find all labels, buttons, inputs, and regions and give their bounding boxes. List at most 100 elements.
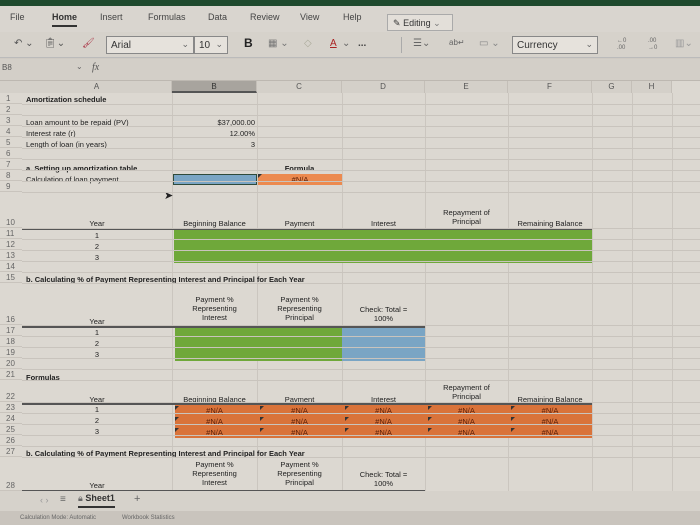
row-header-20[interactable]: 20	[0, 358, 22, 369]
all-sheets-menu-icon[interactable]: ≡	[60, 494, 66, 505]
t3-repayment-header-line2[interactable]: Principal	[425, 392, 508, 401]
selected-cell-b8[interactable]	[173, 174, 257, 185]
editing-mode-button[interactable]: ✎ Editing ⌄	[387, 14, 453, 31]
tab-review[interactable]: Review	[250, 12, 280, 22]
t3-formula-cell[interactable]: #N/A	[342, 406, 425, 415]
align-icon[interactable]: ☰⌄	[413, 38, 430, 49]
tab-view[interactable]: View	[300, 12, 319, 22]
t3-formula-cell[interactable]: #N/A	[257, 406, 342, 415]
t2-pct-principal-header[interactable]: Payment % Representing Principal	[257, 295, 342, 322]
fill-color-icon[interactable]: ◇	[304, 38, 312, 49]
tab-home[interactable]: Home	[52, 12, 78, 27]
font-name-select[interactable]: Arial ⌄	[106, 36, 194, 54]
row-header-2[interactable]: 2	[0, 104, 22, 115]
row-header-23[interactable]: 23	[0, 402, 22, 413]
t1-year-header[interactable]: Year	[22, 219, 172, 228]
t3-formula-cell[interactable]: #N/A	[508, 406, 592, 415]
t4-pct-interest-header[interactable]: Payment % Representing Interest	[172, 460, 257, 487]
row-header-14[interactable]: 14	[0, 261, 22, 272]
column-header-e[interactable]: E	[425, 81, 508, 93]
sheet-tab-sheet1[interactable]: 🔒︎ Sheet1	[78, 493, 115, 508]
number-format-select[interactable]: Currency ⌄	[512, 36, 598, 54]
row-header-9[interactable]: 9	[0, 181, 22, 192]
t3-formula-cell[interactable]: #N/A	[342, 428, 425, 437]
t3-formula-cell[interactable]: #N/A	[257, 417, 342, 426]
row-header-24[interactable]: 24	[0, 413, 22, 424]
tab-data[interactable]: Data	[208, 12, 227, 22]
increase-decimal-button[interactable]: ←0 .00	[617, 38, 631, 52]
row-header-21[interactable]: 21	[0, 369, 22, 380]
t3-formula-cell[interactable]: #N/A	[172, 428, 257, 437]
row-header-3[interactable]: 3	[0, 115, 22, 126]
t3-formula-cell[interactable]: #N/A	[425, 406, 508, 415]
more-options-button[interactable]: ...	[358, 38, 366, 49]
bold-button[interactable]: B	[244, 36, 253, 50]
decrease-decimal-button[interactable]: .00 →0	[648, 38, 662, 52]
t3-formula-cell[interactable]: #N/A	[508, 428, 592, 437]
row-header-19[interactable]: 19	[0, 347, 22, 358]
column-header-g[interactable]: G	[592, 81, 632, 93]
t2-check-input-range[interactable]	[342, 328, 425, 361]
row-header-1[interactable]: 1	[0, 93, 22, 104]
spreadsheet-grid[interactable]: A B C D E F G H Amortization schedule Lo…	[0, 81, 700, 491]
t3-formula-cell[interactable]: #N/A	[172, 417, 257, 426]
borders-icon[interactable]: ▦ ⌄	[268, 38, 289, 49]
workbook-statistics-button[interactable]: Workbook Statistics	[122, 515, 175, 521]
t3-formula-cell[interactable]: #N/A	[508, 417, 592, 426]
select-all-corner[interactable]	[0, 81, 22, 93]
t3-repayment-header-line1[interactable]: Repayment of	[425, 383, 508, 392]
row-header-26[interactable]: 26	[0, 435, 22, 446]
undo-icon[interactable]: ↶ ⌄	[14, 38, 34, 49]
scroll-tabs-left-icon[interactable]: ‹ ›	[40, 495, 49, 505]
row-header-18[interactable]: 18	[0, 336, 22, 347]
merge-cells-icon[interactable]: ▭ ⌄	[479, 38, 500, 49]
t1-input-range[interactable]	[174, 230, 592, 263]
row-header-16[interactable]: 16	[0, 283, 22, 325]
row-header-17[interactable]: 17	[0, 325, 22, 336]
format-painter-icon[interactable]: 🖌︎	[82, 38, 95, 49]
formula-header[interactable]: Formula	[257, 164, 342, 173]
t4-check-header[interactable]: Check: Total = 100%	[342, 470, 425, 488]
font-size-select[interactable]: 10 ⌄	[194, 36, 228, 54]
row-header-4[interactable]: 4	[0, 126, 22, 137]
row-header-28[interactable]: 28	[0, 457, 22, 491]
conditional-format-icon[interactable]: ▥⌄	[675, 38, 693, 49]
clipboard-icon[interactable]: 📋︎⌄	[44, 38, 65, 49]
row-header-25[interactable]: 25	[0, 424, 22, 435]
name-box[interactable]: B8	[2, 63, 12, 72]
chevron-down-icon[interactable]: ⌄	[342, 38, 350, 49]
calc-payment-label[interactable]: Calculation of loan payment	[26, 175, 119, 184]
row-header-11[interactable]: 11	[0, 228, 22, 239]
row-header-8[interactable]: 8	[0, 170, 22, 181]
row-header-10[interactable]: 10	[0, 192, 22, 228]
t1-repayment-header-line2[interactable]: Principal	[425, 217, 508, 226]
tab-help[interactable]: Help	[343, 12, 362, 22]
t3-formula-cell[interactable]: #N/A	[425, 417, 508, 426]
row-header-22[interactable]: 22	[0, 380, 22, 402]
column-header-f[interactable]: F	[508, 81, 592, 93]
add-sheet-button[interactable]: +	[134, 493, 140, 505]
t3-formula-cell[interactable]: #N/A	[172, 406, 257, 415]
row-header-15[interactable]: 15	[0, 272, 22, 283]
row-header-5[interactable]: 5	[0, 137, 22, 148]
column-header-b[interactable]: B	[172, 81, 257, 93]
tab-formulas[interactable]: Formulas	[148, 12, 186, 22]
tab-file[interactable]: File	[10, 12, 25, 22]
t1-beginning-balance-header[interactable]: Beginning Balance	[172, 219, 257, 228]
column-header-a[interactable]: A	[22, 81, 172, 93]
t4-year-header[interactable]: Year	[22, 481, 172, 490]
row-header-7[interactable]: 7	[0, 159, 22, 170]
t4-pct-principal-header[interactable]: Payment % Representing Principal	[257, 460, 342, 487]
tab-insert[interactable]: Insert	[100, 12, 123, 22]
t2-pct-interest-header[interactable]: Payment % Representing Interest	[172, 295, 257, 322]
row-header-6[interactable]: 6	[0, 148, 22, 159]
t1-repayment-header-line1[interactable]: Repayment of	[425, 208, 508, 217]
t3-formula-cell[interactable]: #N/A	[425, 428, 508, 437]
row-header-13[interactable]: 13	[0, 250, 22, 261]
section-a-heading[interactable]: a. Setting up amortization table	[26, 164, 137, 173]
column-header-d[interactable]: D	[342, 81, 425, 93]
chevron-down-icon[interactable]: ⌄	[76, 62, 83, 71]
calculation-mode-status[interactable]: Calculation Mode: Automatic	[20, 515, 96, 521]
t2-pct-input-range[interactable]	[175, 328, 342, 361]
sheet-title[interactable]: Amortization schedule	[26, 95, 106, 104]
